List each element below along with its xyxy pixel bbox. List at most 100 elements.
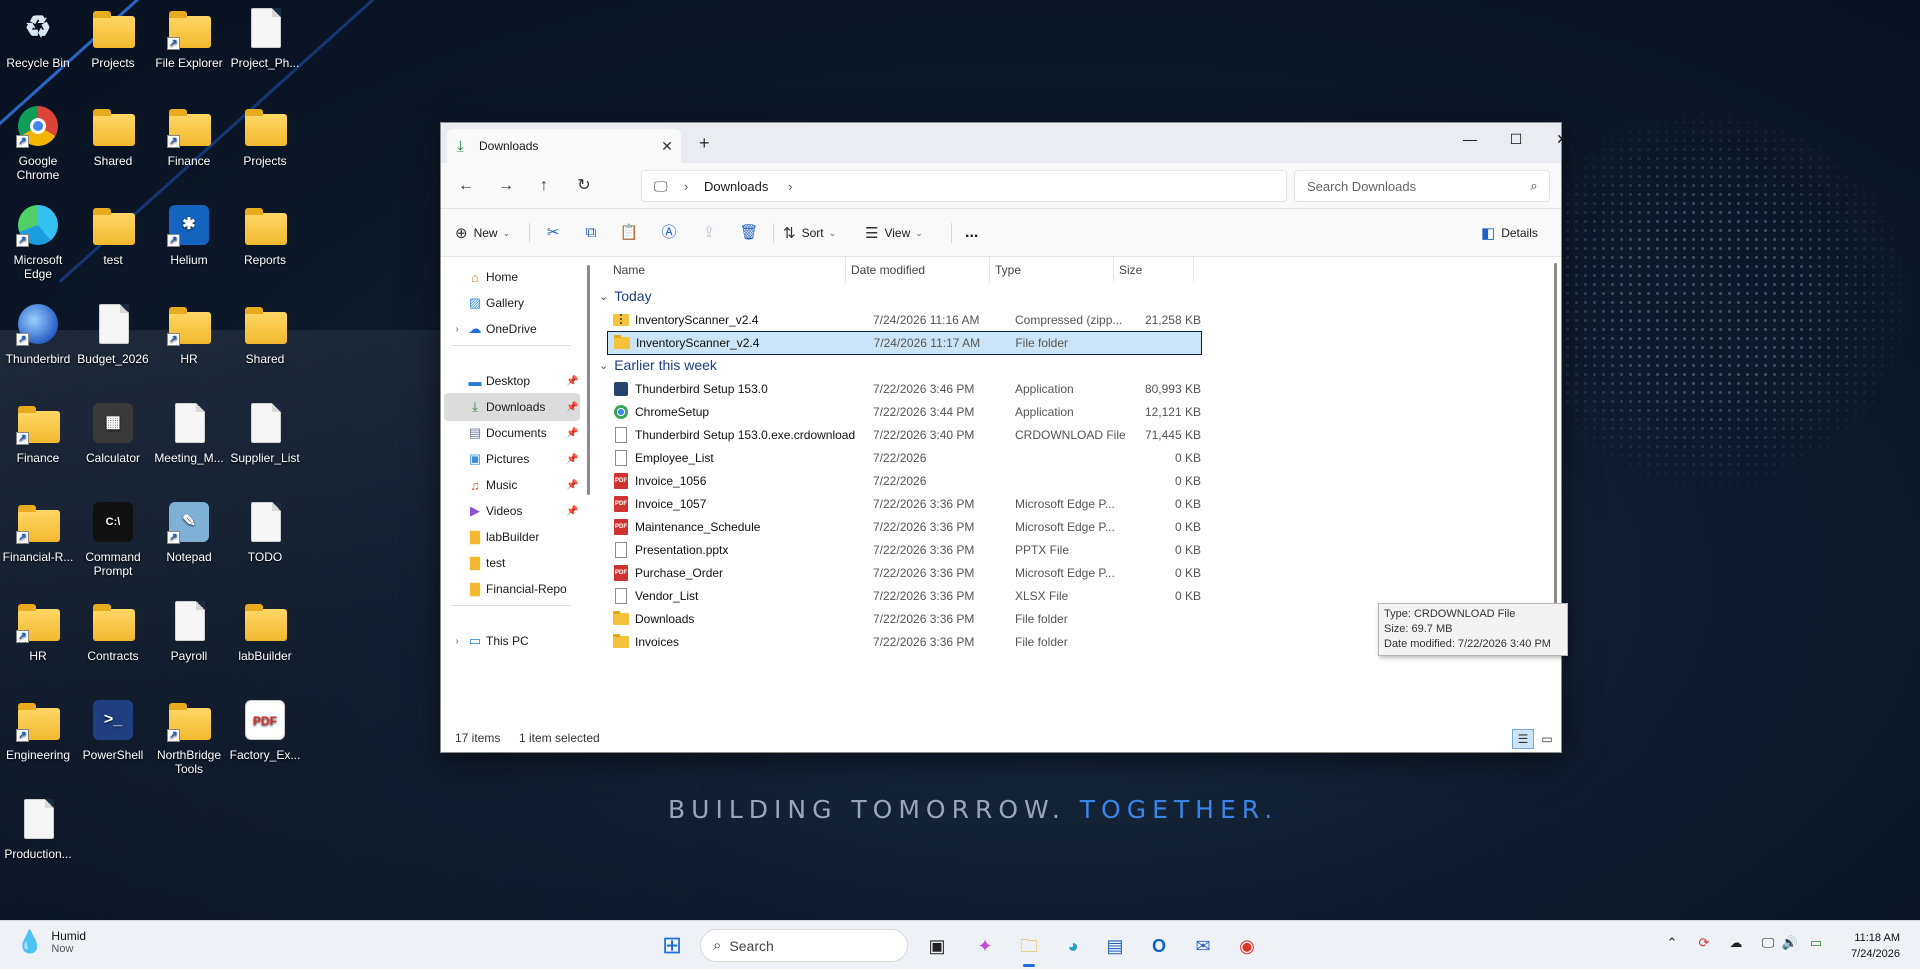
cloud-off-icon[interactable]: ☁	[1726, 935, 1746, 955]
copilot-icon[interactable]: ✦	[968, 929, 1002, 963]
desktop-icon[interactable]: TODO	[227, 502, 303, 564]
column-name[interactable]: Name	[607, 257, 843, 283]
file-row[interactable]: Vendor_List 7/22/2026 3:36 PM XLSX File 0 K…	[607, 584, 1202, 608]
view-button[interactable]: ☰ View ⌄	[865, 221, 923, 245]
desktop-icon[interactable]: ↗ Google Chrome	[0, 106, 76, 182]
desktop-icon[interactable]: ↗ File Explorer	[151, 8, 227, 70]
refresh-icon[interactable]: ↻	[569, 173, 599, 199]
desktop-icon[interactable]: Shared	[75, 106, 151, 168]
expand-chevron-icon[interactable]: ›	[450, 636, 464, 647]
search-box[interactable]: ⌕	[1294, 170, 1550, 202]
back-arrow-icon[interactable]: ←	[451, 173, 481, 199]
desktop-icon[interactable]: ▦ Calculator	[75, 403, 151, 465]
column-divider[interactable]	[1193, 257, 1194, 283]
minimize-button[interactable]: —	[1447, 123, 1493, 155]
chevron-down-icon[interactable]: ⌄	[599, 290, 608, 303]
nav-item-home[interactable]: ⌂ Home	[444, 263, 580, 291]
details-view-icon[interactable]: ☰	[1512, 729, 1534, 749]
new-tab-icon[interactable]: +	[699, 133, 710, 154]
desktop-icon[interactable]: Project_Ph...	[227, 8, 303, 70]
cut-icon[interactable]: ✂	[539, 221, 567, 245]
desktop-icon[interactable]: labBuilder	[227, 601, 303, 663]
nav-item-test[interactable]: ▇ test	[444, 549, 580, 577]
nav-item-desktop[interactable]: ▬ Desktop 📌	[444, 367, 580, 395]
desktop-icon[interactable]: Supplier_List	[227, 403, 303, 465]
nav-item-labbuilder[interactable]: ▇ labBuilder	[444, 523, 580, 551]
nav-item-music[interactable]: ♫ Music 📌	[444, 471, 580, 499]
weather-widget[interactable]: 💧 Humid Now	[16, 929, 86, 955]
column-date-modified[interactable]: Date modified	[845, 257, 989, 283]
chrome-taskbar-icon[interactable]: ◉	[1230, 929, 1264, 963]
tab-downloads[interactable]: ⤓ Downloads ✕	[447, 129, 681, 163]
desktop-icon[interactable]: Contracts	[75, 601, 151, 663]
desktop-icon[interactable]: Projects	[75, 8, 151, 70]
battery-icon[interactable]: ▭	[1806, 935, 1826, 955]
desktop-icon[interactable]: ↗ HR	[151, 304, 227, 366]
column-type[interactable]: Type	[989, 257, 1113, 283]
desktop-icon[interactable]: test	[75, 205, 151, 267]
file-row[interactable]: PDF Maintenance_Schedule 7/22/2026 3:36 PM…	[607, 515, 1202, 539]
file-explorer-taskbar-icon[interactable]: 🗀	[1012, 929, 1046, 967]
nav-item-pictures[interactable]: ▣ Pictures 📌	[444, 445, 580, 473]
search-input[interactable]	[1307, 178, 1519, 194]
desktop-icon[interactable]: ↗ Microsoft Edge	[0, 205, 76, 281]
start-windows-icon[interactable]: ⊞	[655, 929, 689, 963]
clock[interactable]: 11:18 AM 7/24/2026	[1851, 930, 1900, 962]
nav-item-downloads[interactable]: ⤓ Downloads 📌	[444, 393, 580, 421]
desktop-icon[interactable]: ↗ Finance	[151, 106, 227, 168]
file-row[interactable]: PDF Invoice_1057 7/22/2026 3:36 PM Microsof…	[607, 492, 1202, 516]
desktop-icon[interactable]: ↗ HR	[0, 601, 76, 663]
desktop-icon[interactable]: ↗ Finance	[0, 403, 76, 465]
file-list-scrollbar[interactable]	[1554, 263, 1557, 611]
forward-arrow-icon[interactable]: →	[491, 173, 521, 199]
desktop-icon[interactable]: ↗ Financial-R...	[0, 502, 76, 564]
share-icon[interactable]: ⇪	[695, 221, 723, 245]
nav-item-videos[interactable]: ▶ Videos 📌	[444, 497, 580, 525]
display-icon[interactable]: 🖵	[1758, 935, 1778, 955]
taskbar-search-input[interactable]	[729, 937, 840, 954]
group-header[interactable]: ⌄ Today	[599, 285, 652, 307]
desktop-icon[interactable]: ↗ Engineering	[0, 700, 76, 762]
desktop-icon[interactable]: Shared	[227, 304, 303, 366]
nav-scrollbar[interactable]	[587, 265, 590, 495]
file-row[interactable]: Downloads 7/22/2026 3:36 PM File folder	[607, 607, 1202, 631]
volume-icon[interactable]: 🔊	[1780, 935, 1800, 955]
delete-icon[interactable]: 🗑	[735, 221, 763, 245]
column-size[interactable]: Size	[1113, 257, 1193, 283]
maximize-button[interactable]: ☐	[1493, 123, 1539, 155]
file-row[interactable]: Thunderbird Setup 153.0.exe.crdownload 7/…	[607, 423, 1202, 447]
expand-chevron-icon[interactable]: ›	[450, 324, 464, 335]
nav-item-this-pc[interactable]: › ▭ This PC	[444, 627, 580, 655]
chevron-down-icon[interactable]: ⌄	[599, 359, 608, 372]
nav-item-onedrive[interactable]: › ☁ OneDrive	[444, 315, 580, 343]
details-button[interactable]: ◧ Details	[1481, 221, 1538, 245]
desktop-icon[interactable]: PDF Factory_Ex...	[227, 700, 303, 762]
paste-icon[interactable]: 📋	[615, 221, 643, 245]
desktop-icon[interactable]: Reports	[227, 205, 303, 267]
group-header[interactable]: ⌄ Earlier this week	[599, 354, 717, 376]
desktop-icon[interactable]: ↗ NorthBridge Tools	[151, 700, 227, 776]
sync-icon[interactable]: ⟳	[1694, 935, 1714, 955]
up-arrow-icon[interactable]: ↑	[529, 173, 559, 199]
desktop-icon[interactable]: Budget_2026	[75, 304, 151, 366]
tiles-view-icon[interactable]: ▭	[1536, 729, 1558, 749]
file-row[interactable]: Thunderbird Setup 153.0 7/22/2026 3:46 PM…	[607, 377, 1202, 401]
thunderbird-taskbar-icon[interactable]: ✉	[1186, 929, 1220, 963]
breadcrumb-downloads[interactable]: Downloads	[698, 179, 778, 194]
close-window-button[interactable]: ✕	[1539, 123, 1585, 155]
task-view-icon[interactable]: ▣	[920, 929, 954, 963]
sort-button[interactable]: ⇅ Sort ⌄	[783, 221, 836, 245]
rename-icon[interactable]: Ⓐ	[655, 221, 683, 245]
file-row[interactable]: Employee_List 7/22/2026 0 KB	[607, 446, 1202, 470]
address-bar[interactable]: 🖵 › Downloads ›	[641, 170, 1287, 202]
new-button[interactable]: ⊕ New ⌄	[455, 221, 510, 245]
copy-icon[interactable]: ⧉	[577, 221, 605, 245]
file-row[interactable]: PDF Purchase_Order 7/22/2026 3:36 PM Micros…	[607, 561, 1202, 585]
file-row[interactable]: Presentation.pptx 7/22/2026 3:36 PM PPTX F…	[607, 538, 1202, 562]
chevron-right-icon[interactable]: ›	[674, 179, 698, 194]
nav-item-gallery[interactable]: ▨ Gallery	[444, 289, 580, 317]
outlook-taskbar-icon[interactable]: O	[1142, 929, 1176, 963]
desktop-icon[interactable]: ↗ Thunderbird	[0, 304, 76, 366]
file-row[interactable]: Invoices 7/22/2026 3:36 PM File folder	[607, 630, 1202, 654]
edge-taskbar-icon[interactable]: ◕	[1056, 929, 1090, 963]
